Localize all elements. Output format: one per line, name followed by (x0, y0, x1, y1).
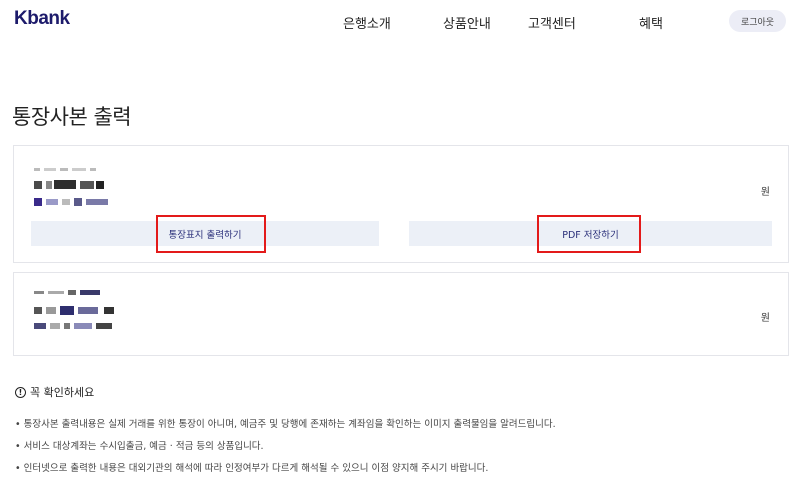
account-card: 원 (13, 272, 789, 356)
logout-button[interactable]: 로그아웃 (729, 10, 786, 32)
redacted-account-info (34, 289, 134, 337)
currency-unit: 원 (760, 187, 770, 198)
nav-benefits[interactable]: 혜택 (639, 13, 663, 32)
highlight-save-pdf (537, 215, 641, 253)
notice-item: • 서비스 대상계좌는 수시입출금, 예금 · 적금 등의 상품입니다. (15, 441, 264, 452)
kbank-logo[interactable]: Kbank (14, 8, 70, 30)
account-card: 원 통장표지 출력하기 PDF 저장하기 (13, 145, 789, 263)
info-icon: ! (15, 386, 26, 398)
highlight-print-cover (156, 215, 266, 253)
notice-heading: ! 꼭 확인하세요 (15, 384, 94, 400)
notice-title: 꼭 확인하세요 (30, 386, 95, 399)
notice-list: • 통장사본 출력내용은 실제 거래를 위한 통장이 아니며, 예금주 및 당행에… (15, 418, 556, 480)
nav-products[interactable]: 상품안내 (443, 13, 491, 32)
currency-unit: 원 (760, 313, 770, 324)
nav-bank-intro[interactable]: 은행소개 (343, 13, 391, 32)
nav-customer-center[interactable]: 고객센터 (528, 13, 576, 32)
notice-item: • 통장사본 출력내용은 실제 거래를 위한 통장이 아니며, 예금주 및 당행에… (15, 419, 556, 430)
page-title: 통장사본 출력 (12, 105, 132, 129)
redacted-account-info (34, 164, 124, 210)
notice-item: • 인터넷으로 출력한 내용은 대외기관의 해석에 따라 인정여부가 다르게 해석… (15, 463, 489, 474)
